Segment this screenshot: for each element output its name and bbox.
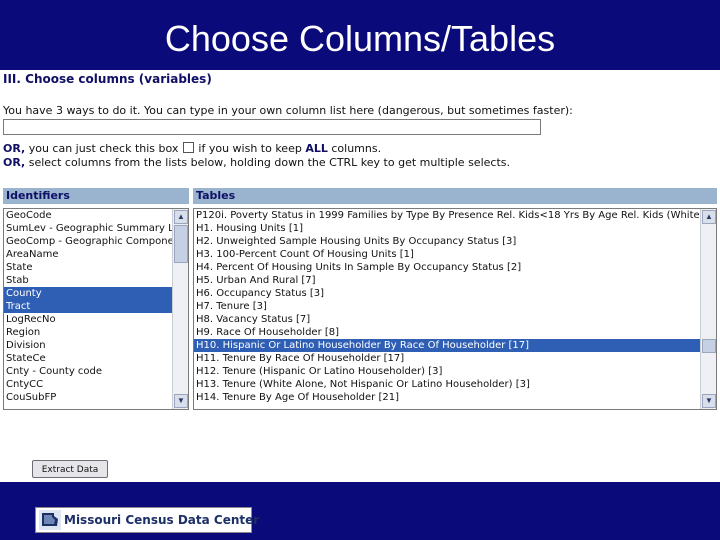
- list-item[interactable]: GeoCode: [4, 209, 172, 222]
- option2-line: OR, you can just check this box if you w…: [3, 142, 381, 155]
- list-item[interactable]: Stab: [4, 274, 172, 287]
- identifiers-header: Identifiers: [3, 188, 189, 204]
- tables-scrollbar[interactable]: ▲ ▼: [700, 209, 716, 409]
- list-item[interactable]: H8. Vacancy Status [7]: [194, 313, 700, 326]
- option3-line: OR, select columns from the lists below,…: [3, 156, 510, 169]
- list-item[interactable]: GeoComp - Geographic Component: [4, 235, 172, 248]
- identifiers-items: GeoCodeSumLev - Geographic Summary LeveG…: [4, 209, 172, 404]
- list-item[interactable]: H6. Occupancy Status [3]: [194, 287, 700, 300]
- section-heading: III. Choose columns (variables): [3, 72, 212, 86]
- list-item[interactable]: H7. Tenure [3]: [194, 300, 700, 313]
- option2-all: ALL: [305, 142, 328, 155]
- option3-or: OR,: [3, 156, 26, 169]
- intro-text: You have 3 ways to do it. You can type i…: [3, 104, 573, 117]
- list-item[interactable]: H4. Percent Of Housing Units In Sample B…: [194, 261, 700, 274]
- list-item[interactable]: StateCe: [4, 352, 172, 365]
- keep-all-checkbox[interactable]: [182, 142, 194, 153]
- option3-text: select columns from the lists below, hol…: [25, 156, 510, 169]
- content-area: III. Choose columns (variables) You have…: [0, 70, 720, 482]
- scroll-up-icon[interactable]: ▲: [174, 210, 188, 224]
- list-item[interactable]: Division: [4, 339, 172, 352]
- list-item[interactable]: State: [4, 261, 172, 274]
- list-item[interactable]: H10. Hispanic Or Latino Householder By R…: [194, 339, 700, 352]
- list-item[interactable]: H2. Unweighted Sample Housing Units By O…: [194, 235, 700, 248]
- list-item[interactable]: LogRecNo: [4, 313, 172, 326]
- list-item[interactable]: H3. 100-Percent Count Of Housing Units […: [194, 248, 700, 261]
- list-item[interactable]: AreaName: [4, 248, 172, 261]
- list-item[interactable]: H5. Urban And Rural [7]: [194, 274, 700, 287]
- tables-listbox[interactable]: P120i. Poverty Status in 1999 Families b…: [193, 208, 717, 410]
- extract-data-button[interactable]: Extract Data: [32, 460, 108, 478]
- list-item[interactable]: P120i. Poverty Status in 1999 Families b…: [194, 209, 700, 222]
- list-item[interactable]: Region: [4, 326, 172, 339]
- option2-end: columns.: [327, 142, 382, 155]
- scroll-down-icon[interactable]: ▼: [702, 394, 716, 408]
- identifiers-listbox[interactable]: GeoCodeSumLev - Geographic Summary LeveG…: [3, 208, 189, 410]
- list-item[interactable]: SumLev - Geographic Summary Leve: [4, 222, 172, 235]
- list-item[interactable]: H1. Housing Units [1]: [194, 222, 700, 235]
- missouri-map-icon: [39, 510, 61, 530]
- scroll-down-icon[interactable]: ▼: [174, 394, 188, 408]
- list-item[interactable]: CntyCC: [4, 378, 172, 391]
- list-item[interactable]: H9. Race Of Householder [8]: [194, 326, 700, 339]
- option2-or: OR,: [3, 142, 26, 155]
- tables-items: P120i. Poverty Status in 1999 Families b…: [194, 209, 700, 404]
- list-item[interactable]: H13. Tenure (White Alone, Not Hispanic O…: [194, 378, 700, 391]
- list-item[interactable]: H12. Tenure (Hispanic Or Latino Househol…: [194, 365, 700, 378]
- column-list-input[interactable]: [3, 119, 541, 135]
- slide-title: Choose Columns/Tables: [164, 18, 556, 59]
- scroll-thumb[interactable]: [174, 225, 188, 263]
- list-item[interactable]: H14. Tenure By Age Of Householder [21]: [194, 391, 700, 404]
- identifiers-scrollbar[interactable]: ▲ ▼: [172, 209, 188, 409]
- logo-text: Missouri Census Data Center: [64, 513, 260, 527]
- scroll-thumb[interactable]: [702, 339, 716, 353]
- option2-pre: you can just check this box: [25, 142, 179, 155]
- list-item[interactable]: Tract: [4, 300, 172, 313]
- list-item[interactable]: County: [4, 287, 172, 300]
- scroll-up-icon[interactable]: ▲: [702, 210, 716, 224]
- list-item[interactable]: Cnty - County code: [4, 365, 172, 378]
- list-item[interactable]: CouSubFP: [4, 391, 172, 404]
- option2-post: if you wish to keep: [194, 142, 306, 155]
- mcdc-logo: Missouri Census Data Center: [35, 507, 259, 533]
- list-item[interactable]: H11. Tenure By Race Of Householder [17]: [194, 352, 700, 365]
- tables-header: Tables: [193, 188, 717, 204]
